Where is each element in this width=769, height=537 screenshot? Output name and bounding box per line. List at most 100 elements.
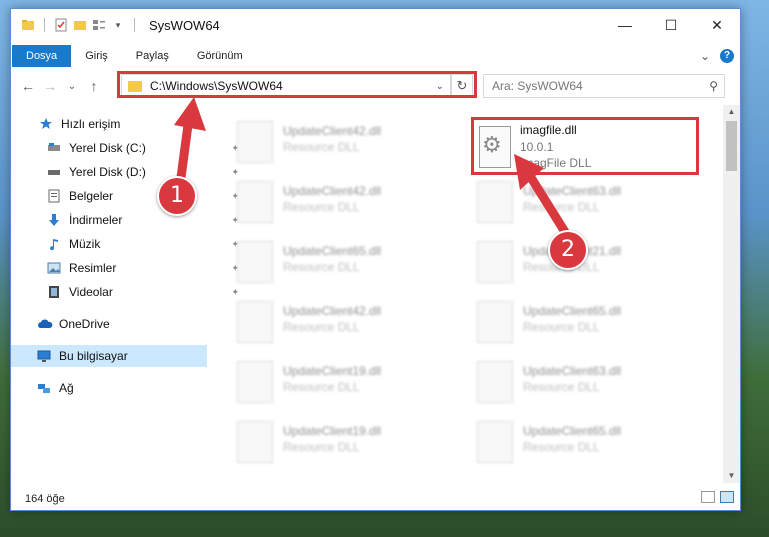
file-item[interactable]: UpdateClient42.dll Resource DLL xyxy=(217,177,447,231)
tab-home[interactable]: Giriş xyxy=(71,45,122,67)
download-icon xyxy=(47,213,61,227)
sidebar-item-label: Yerel Disk (C:) xyxy=(69,141,146,155)
file-name: UpdateClient65.dll xyxy=(283,244,382,258)
file-type: Resource DLL xyxy=(523,380,600,394)
view-switcher xyxy=(701,491,734,503)
dll-file-icon xyxy=(477,421,513,463)
tab-view[interactable]: Görünüm xyxy=(183,45,257,67)
file-type: Resource DLL xyxy=(283,380,360,394)
maximize-button[interactable]: ☐ xyxy=(648,9,694,41)
file-type: Resource DLL xyxy=(523,440,600,454)
large-icons-view-icon[interactable] xyxy=(720,491,734,503)
help-icon[interactable]: ? xyxy=(720,49,734,63)
sidebar-item-network[interactable]: Ağ xyxy=(11,377,233,399)
dll-file-icon xyxy=(477,301,513,343)
new-folder-icon[interactable] xyxy=(73,18,87,32)
documents-icon xyxy=(47,189,61,203)
properties-icon[interactable] xyxy=(54,18,68,32)
drive-icon xyxy=(47,165,61,179)
vertical-scrollbar[interactable]: ▲ ▼ xyxy=(723,105,740,483)
file-item[interactable]: UpdateClient65.dll Resource DLL xyxy=(457,417,687,471)
sidebar-item-label: Hızlı erişim xyxy=(61,117,121,131)
close-button[interactable]: ✕ xyxy=(694,9,740,41)
dll-file-icon xyxy=(237,301,273,343)
sidebar-item-music[interactable]: Müzik ✦ xyxy=(11,233,243,255)
sidebar-item-label: Resimler xyxy=(69,261,117,275)
scroll-down-icon[interactable]: ▼ xyxy=(723,469,740,483)
sidebar-item-label: Belgeler xyxy=(69,189,114,203)
annotation-badge-2: 2 xyxy=(548,230,588,270)
file-item[interactable]: UpdateClient19.dll Resource DLL xyxy=(217,357,447,411)
star-icon xyxy=(39,117,53,131)
file-name: UpdateClient19.dll xyxy=(283,364,382,378)
computer-icon xyxy=(37,349,51,363)
file-type: Resource DLL xyxy=(283,260,360,274)
file-type: Resource DLL xyxy=(283,320,360,334)
pictures-icon xyxy=(47,261,61,275)
back-button[interactable]: ← xyxy=(17,78,39,94)
folder-icon[interactable] xyxy=(21,18,35,32)
scroll-up-icon[interactable]: ▲ xyxy=(723,105,740,119)
dll-file-icon xyxy=(237,241,273,283)
forward-button[interactable]: → xyxy=(39,78,61,94)
search-input[interactable]: Ara: SysWOW64 xyxy=(492,79,709,93)
file-name: UpdateClient42.dll xyxy=(283,304,382,318)
quick-access-toolbar: ▾ xyxy=(21,18,139,32)
file-name: imagfile.dll xyxy=(520,123,577,137)
navigation-bar: ← → ⌄ ↑ C:\Windows\SysWOW64 ⌄ ↻ Ara: Sys… xyxy=(11,71,740,99)
file-name: UpdateClient63.dll xyxy=(523,364,622,378)
sidebar-item-label: Yerel Disk (D:) xyxy=(69,165,146,179)
sidebar-item-this-pc[interactable]: Bu bilgisayar xyxy=(11,345,207,367)
minimize-button[interactable]: — xyxy=(602,9,648,41)
sidebar-item-label: İndirmeler xyxy=(69,213,123,227)
file-type: Resource DLL xyxy=(283,200,360,214)
annotation-badge-1: 1 xyxy=(157,176,197,216)
file-item[interactable]: UpdateClient42.dll Resource DLL xyxy=(217,297,447,351)
sidebar-item-pictures[interactable]: Resimler ✦ xyxy=(11,257,243,279)
sidebar-item-label: Müzik xyxy=(69,237,101,251)
sidebar-item-onedrive[interactable]: OneDrive xyxy=(11,313,233,335)
explorer-window: ▾ SysWOW64 — ☐ ✕ Dosya Giriş Paylaş Görü… xyxy=(10,8,741,511)
expand-ribbon-icon[interactable]: ⌄ xyxy=(700,49,710,63)
up-button[interactable]: ↑ xyxy=(83,78,105,94)
file-list: UpdateClient42.dll Resource DLL UpdateCli… xyxy=(217,107,722,479)
file-name: UpdateClient65.dll xyxy=(523,304,622,318)
search-box[interactable]: Ara: SysWOW64 ⚲ xyxy=(483,74,725,98)
ribbon-right: ⌄ ? xyxy=(700,45,734,67)
file-item[interactable]: UpdateClient63.dll Resource DLL xyxy=(457,357,687,411)
file-item[interactable]: UpdateClient65.dll Resource DLL xyxy=(457,297,687,351)
music-icon xyxy=(47,237,61,251)
file-item[interactable]: UpdateClient65.dll Resource DLL xyxy=(217,237,447,291)
file-item[interactable]: UpdateClient19.dll Resource DLL xyxy=(217,417,447,471)
file-name: UpdateClient42.dll xyxy=(283,124,382,138)
sidebar-item-label: Bu bilgisayar xyxy=(59,349,128,363)
sidebar-item-label: Videolar xyxy=(69,285,113,299)
dll-file-icon xyxy=(477,241,513,283)
separator xyxy=(134,18,135,32)
title-bar: ▾ SysWOW64 — ☐ ✕ xyxy=(11,9,740,41)
onedrive-icon xyxy=(37,317,53,331)
details-view-icon[interactable] xyxy=(701,491,715,503)
recent-locations-button[interactable]: ⌄ xyxy=(61,81,83,92)
videos-icon xyxy=(47,285,61,299)
dll-file-icon xyxy=(237,121,273,163)
window-controls: — ☐ ✕ xyxy=(602,9,740,41)
tab-file[interactable]: Dosya xyxy=(12,45,72,67)
search-icon[interactable]: ⚲ xyxy=(709,79,718,93)
file-name: UpdateClient19.dll xyxy=(283,424,382,438)
status-bar: 164 öğe xyxy=(11,488,740,510)
sidebar-item-label: OneDrive xyxy=(59,317,110,331)
scroll-thumb[interactable] xyxy=(726,121,737,171)
sidebar-item-videos[interactable]: Videolar ✦ xyxy=(11,281,243,303)
file-type: Resource DLL xyxy=(523,320,600,334)
gear-icon: ⚙ xyxy=(482,132,502,157)
customize-toolbar-icon[interactable]: ▾ xyxy=(111,18,125,32)
file-type: Resource DLL xyxy=(283,440,360,454)
dll-file-icon xyxy=(237,421,273,463)
tab-share[interactable]: Paylaş xyxy=(122,45,183,67)
file-item[interactable]: UpdateClient42.dll Resource DLL xyxy=(217,117,447,171)
sidebar-item-label: Ağ xyxy=(59,381,74,395)
sidebar-item-downloads[interactable]: İndirmeler ✦ xyxy=(11,209,243,231)
view-options-icon[interactable] xyxy=(92,18,106,32)
file-type: Resource DLL xyxy=(283,140,360,154)
